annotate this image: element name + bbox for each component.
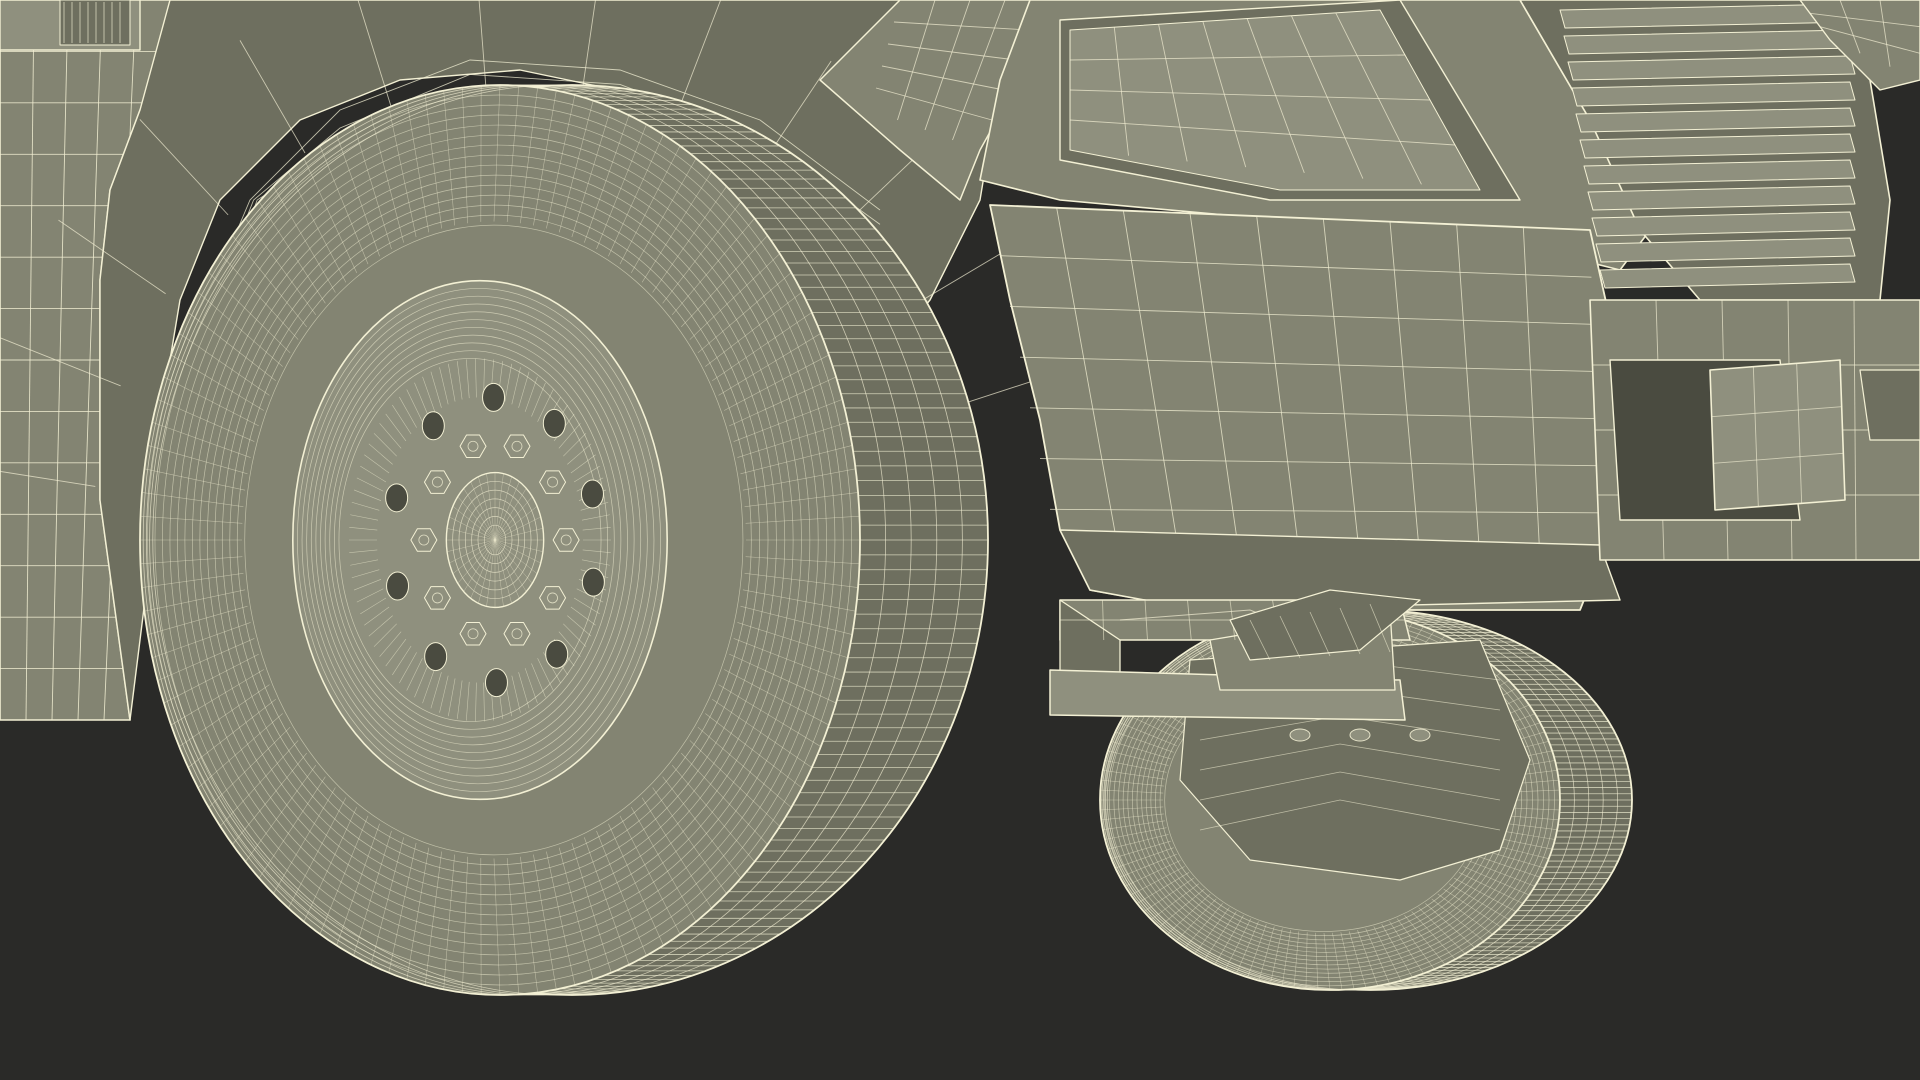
wireframe-render [0,0,1920,1080]
lug-hole [581,567,605,597]
lug-hole [484,668,508,698]
tow-plate [1709,359,1846,511]
front-wheel [139,84,989,996]
lug-hole [421,411,445,441]
lug-hole [385,483,409,513]
bolt-head [1289,728,1311,742]
bolt-head [1349,728,1371,742]
lug-hole [482,382,506,412]
lug-hole [580,479,604,509]
lug-hole [542,408,566,438]
light-housing [1859,369,1920,441]
lug-hole [386,571,410,601]
lug-hole [424,642,448,672]
vent-grille [59,0,131,46]
lug-hole [545,639,569,669]
bolt-head [1409,728,1431,742]
